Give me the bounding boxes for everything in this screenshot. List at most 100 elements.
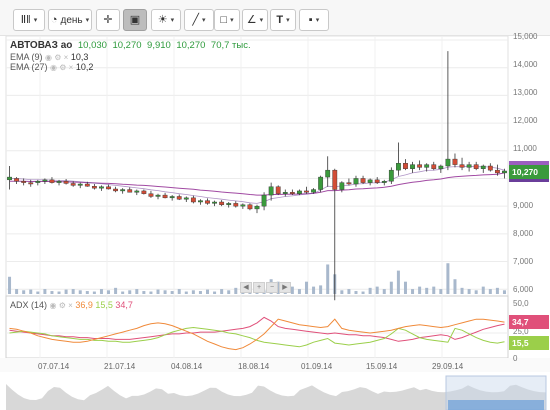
chart-frame-button[interactable]: ▣ [123, 9, 147, 31]
candle-body [381, 181, 387, 183]
volume-bar [319, 285, 323, 294]
date-label: 01.09.14 [301, 362, 333, 371]
candle-body [438, 165, 444, 169]
close-value: 10,270 [176, 40, 206, 51]
ema9-value: 10,3 [70, 52, 89, 62]
line-tool-selector[interactable]: ╱ ▾ [184, 9, 214, 31]
volume-bar [213, 291, 217, 294]
candle-body [367, 179, 373, 183]
volume-bar [50, 291, 54, 294]
price-tick: 11,000 [513, 144, 537, 153]
volume-bar [389, 281, 393, 294]
candle-body [162, 194, 168, 199]
volume-bar [304, 281, 308, 294]
volume-bar [156, 289, 160, 294]
volume-bar [446, 263, 450, 294]
candle-body [28, 182, 34, 185]
candle-body [212, 201, 217, 204]
volume-bar [368, 287, 372, 294]
image-export-selector[interactable]: ▪ ▾ [299, 9, 329, 31]
date-label: 07.07.14 [38, 362, 70, 371]
indicators-selector[interactable]: ☀ ▾ [151, 9, 181, 31]
candle-body [176, 196, 182, 200]
chevron-down-icon: ▾ [230, 17, 234, 24]
candle-body [99, 186, 104, 189]
navigator-window-fill [448, 400, 544, 410]
ema9-label: EMA (9) [10, 52, 43, 62]
candle-body [247, 204, 253, 210]
volume-value: 70,7 тыс. [210, 40, 251, 51]
volume-bar [502, 290, 506, 294]
volume-bar [488, 289, 492, 294]
candle-body [459, 164, 465, 168]
volume-bar [347, 289, 351, 294]
frame-icon: ▣ [129, 13, 141, 26]
zoom-out-button[interactable]: − [266, 282, 278, 293]
candle-body [502, 170, 507, 174]
ema27-controls-icon[interactable]: ◉ ⚙ × [50, 63, 73, 72]
volume-bar [64, 289, 68, 294]
image-icon: ▪ [308, 13, 313, 26]
candle-body [353, 178, 359, 185]
volume-bar [177, 289, 181, 294]
chevron-down-icon: ▾ [286, 17, 290, 24]
ema9-controls-icon[interactable]: ◉ ⚙ × [45, 53, 68, 62]
shape-tool-selector[interactable]: □ ▾ [214, 9, 240, 31]
candle-body [91, 186, 97, 189]
volume-bar [43, 289, 47, 294]
candle-body [396, 163, 401, 171]
volume-bar [439, 289, 443, 294]
angle-icon: ∠ [246, 13, 257, 26]
volume-bar [312, 286, 316, 294]
scroll-right-button[interactable]: ▶ [279, 282, 291, 293]
volume-bar [382, 289, 386, 294]
volume-bar [340, 290, 344, 294]
fibonacci-tool-selector[interactable]: ∠ ▾ [242, 9, 268, 31]
volume-bar [78, 290, 82, 294]
zoom-in-button[interactable]: + [253, 282, 265, 293]
text-tool-selector[interactable]: T ▾ [270, 9, 296, 31]
candle-body [318, 176, 324, 190]
volume-bar [184, 291, 188, 294]
volume-bar [361, 291, 365, 294]
volume-bar [57, 291, 61, 294]
volume-bar [114, 287, 118, 294]
candle-body [240, 204, 246, 207]
candle-body [169, 196, 175, 199]
timeframe-selector[interactable]: ◔ день ▾ [48, 9, 92, 31]
candle-body [374, 179, 380, 183]
candle-body [70, 183, 76, 186]
volume-bar [234, 287, 238, 294]
candle-body [332, 169, 338, 190]
chart-type-selector[interactable]: Ⅱ‖ ▾ [13, 9, 45, 31]
volume-bar [290, 286, 294, 294]
chart-window: Ⅱ‖ ▾ ◔ день ▾ ✛ ▣ ☀ ▾ ╱ ▾ □ ▾ ∠ ▾ T ▾ ▪ … [0, 0, 550, 410]
candle-body [346, 182, 352, 185]
price-tick: 12,000 [513, 116, 538, 125]
volume-bar [8, 276, 12, 294]
low-value: 9,910 [147, 40, 171, 51]
volume-bar [453, 279, 457, 294]
adx-controls-icon[interactable]: ◉ ⚙ × [50, 301, 73, 310]
ticker-label: АВТОВАЗ ао [10, 40, 73, 51]
volume-bar [460, 287, 464, 294]
date-label: 15.09.14 [366, 362, 398, 371]
candle-body [127, 189, 133, 193]
volume-bar [425, 287, 429, 294]
price-chart[interactable] [0, 36, 550, 410]
candle-body [417, 164, 423, 168]
date-label: 18.08.14 [238, 362, 270, 371]
candle-body [297, 190, 302, 194]
candle-body [339, 182, 345, 190]
scroll-left-button[interactable]: ◀ [240, 282, 252, 293]
high-value: 10,270 [112, 40, 142, 51]
price-tick: 13,000 [513, 88, 538, 97]
candle-body [289, 192, 295, 194]
main-legend: АВТОВАЗ ао 10,030 10,270 9,910 10,270 70… [10, 40, 251, 51]
di-minus-value: 34,7 [115, 300, 133, 310]
crosshair-button[interactable]: ✛ [96, 9, 120, 31]
date-label: 29.09.14 [432, 362, 464, 371]
chevron-down-icon: ▾ [33, 17, 38, 24]
volume-bar [297, 289, 301, 294]
chevron-down-icon: ▾ [170, 17, 175, 24]
